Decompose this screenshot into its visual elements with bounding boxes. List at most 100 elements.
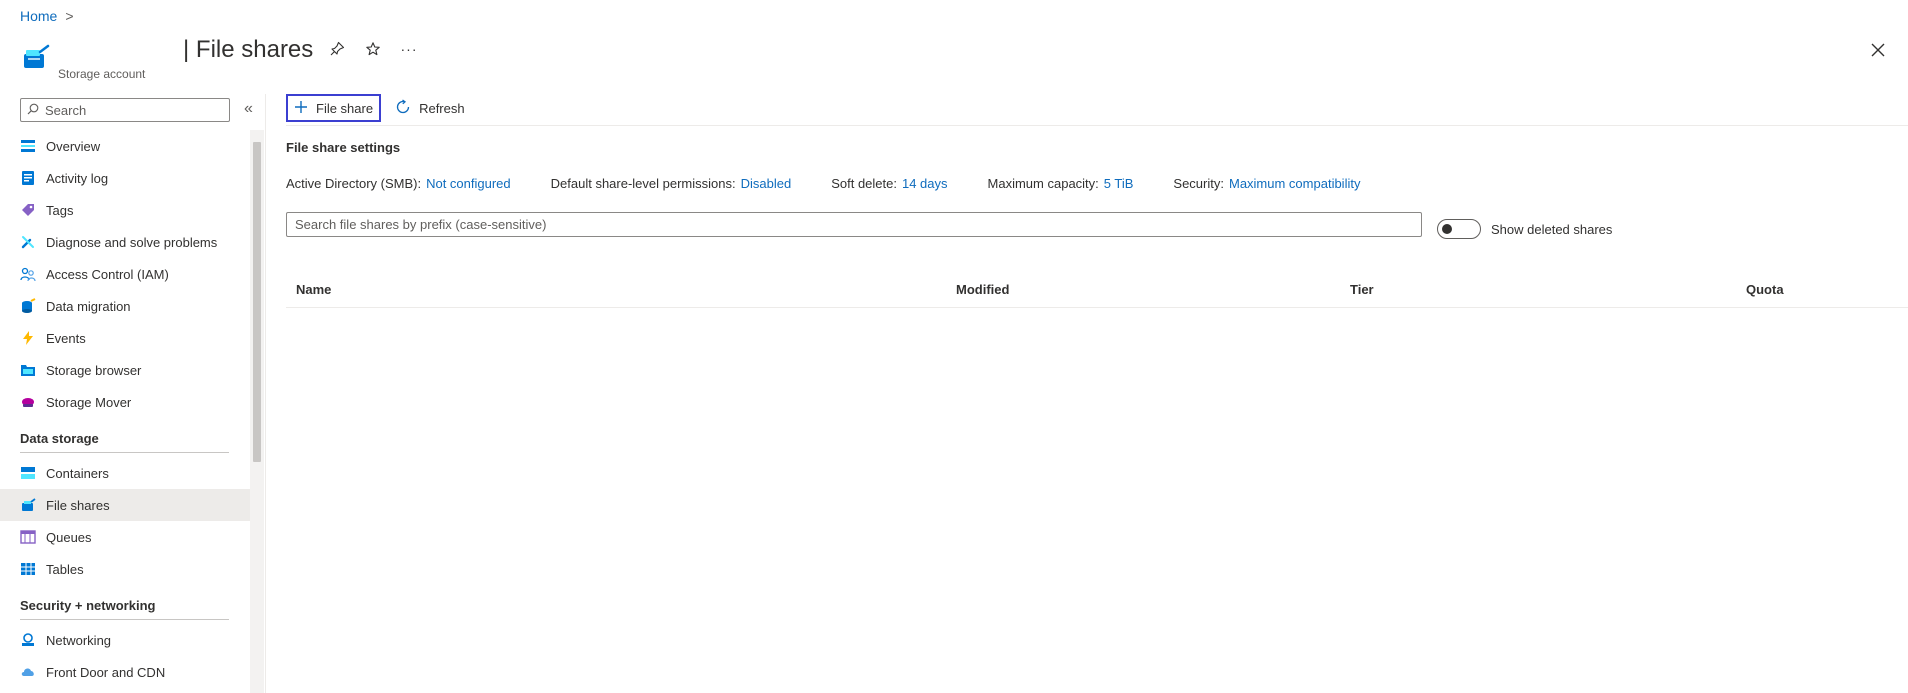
sidebar-item-label: Tables xyxy=(46,561,84,577)
max-capacity-link[interactable]: 5 TiB xyxy=(1104,176,1134,191)
setting-label: Maximum capacity: xyxy=(987,176,1099,191)
column-header-tier[interactable]: Tier xyxy=(1350,282,1374,297)
sidebar-item-label: Events xyxy=(46,330,86,346)
sidebar-item-networking[interactable]: Networking xyxy=(0,624,250,656)
sidebar-item-events[interactable]: Events xyxy=(0,322,250,354)
active-directory-link[interactable]: Not configured xyxy=(426,176,511,191)
sidebar-item-label: File shares xyxy=(46,497,110,513)
setting-label: Active Directory (SMB): xyxy=(286,176,422,191)
people-icon xyxy=(20,266,36,282)
refresh-button[interactable]: Refresh xyxy=(389,94,471,122)
setting-active-directory: Active Directory (SMB): Not configured xyxy=(286,176,511,191)
setting-label: Soft delete: xyxy=(831,176,897,191)
sidebar-nav: Overview Activity log Tags Diagnose and … xyxy=(0,130,250,688)
column-header-name[interactable]: Name xyxy=(296,282,331,297)
search-icon xyxy=(27,103,39,118)
close-icon[interactable] xyxy=(1868,40,1888,60)
sidebar-item-label: Front Door and CDN xyxy=(46,664,166,680)
sidebar-search-input[interactable] xyxy=(45,102,215,118)
cloud-mover-icon xyxy=(20,394,36,410)
sidebar-item-containers[interactable]: Containers xyxy=(0,457,250,489)
page-title: | File shares xyxy=(183,36,314,63)
sidebar-item-storage-browser[interactable]: Storage browser xyxy=(0,354,250,386)
sidebar-item-label: Activity log xyxy=(46,170,109,186)
sidebar-item-label: Data migration xyxy=(46,298,131,314)
breadcrumb-home-link[interactable]: Home xyxy=(20,8,57,24)
sidebar-item-diagnose[interactable]: Diagnose and solve problems xyxy=(0,226,250,258)
refresh-icon xyxy=(395,98,411,118)
section-title-data-storage: Data storage xyxy=(20,431,99,446)
sidebar-item-label: Storage browser xyxy=(46,362,142,378)
sidebar: « Overview Activity log Tags Diagnose an… xyxy=(0,94,265,693)
file-share-settings-title: File share settings xyxy=(286,140,401,155)
sidebar-item-label: Storage Mover xyxy=(46,394,132,410)
sidebar-item-tables[interactable]: Tables xyxy=(0,553,250,585)
setting-security: Security: Maximum compatibility xyxy=(1173,176,1360,191)
tag-icon xyxy=(20,202,36,218)
pin-icon[interactable] xyxy=(328,40,346,58)
section-divider xyxy=(20,619,229,620)
cloud-cdn-icon xyxy=(20,664,36,680)
sidebar-item-label: Containers xyxy=(46,465,109,481)
show-deleted-toggle[interactable]: Show deleted shares xyxy=(1437,219,1612,239)
wrench-icon xyxy=(20,234,36,250)
toolbar-divider xyxy=(286,125,1908,126)
sidebar-item-file-shares[interactable]: File shares xyxy=(0,489,250,521)
file-shares-table-header: Name Modified Tier Quota xyxy=(286,278,1908,308)
refresh-label: Refresh xyxy=(419,100,465,116)
sidebar-item-storage-mover[interactable]: Storage Mover xyxy=(0,386,250,418)
column-header-modified[interactable]: Modified xyxy=(956,282,1009,297)
sidebar-item-tags[interactable]: Tags xyxy=(0,194,250,226)
sidebar-item-activity-log[interactable]: Activity log xyxy=(0,162,250,194)
resource-type-label: Storage account xyxy=(58,67,146,81)
sidebar-item-label: Tags xyxy=(46,202,74,218)
toggle-knob xyxy=(1442,224,1452,234)
column-header-quota[interactable]: Quota xyxy=(1746,282,1784,297)
sidebar-item-label: Diagnose and solve problems xyxy=(46,234,218,250)
collapse-sidebar-icon[interactable]: « xyxy=(244,100,253,118)
setting-label: Security: xyxy=(1173,176,1224,191)
sidebar-item-access-control[interactable]: Access Control (IAM) xyxy=(0,258,250,290)
sidebar-item-overview[interactable]: Overview xyxy=(0,130,250,162)
file-share-icon xyxy=(20,497,36,513)
activity-log-icon xyxy=(20,170,36,186)
add-file-share-label: File share xyxy=(316,100,374,116)
sidebar-search[interactable] xyxy=(20,98,230,122)
breadcrumb: Home > xyxy=(20,8,74,24)
containers-icon xyxy=(20,465,36,481)
setting-label: Default share-level permissions: xyxy=(550,176,736,191)
sidebar-item-label: Overview xyxy=(46,138,101,154)
sidebar-divider xyxy=(265,94,266,693)
sidebar-item-queues[interactable]: Queues xyxy=(0,521,250,553)
section-divider xyxy=(20,452,229,453)
table-icon xyxy=(20,561,36,577)
share-permissions-link[interactable]: Disabled xyxy=(741,176,792,191)
overview-icon xyxy=(20,138,36,154)
command-bar: File share Refresh xyxy=(286,94,471,122)
networking-icon xyxy=(20,632,36,648)
sidebar-item-front-door-cdn[interactable]: Front Door and CDN xyxy=(0,656,250,688)
sidebar-item-label: Networking xyxy=(46,632,112,648)
file-share-resource-icon xyxy=(20,42,52,74)
add-file-share-button[interactable]: File share xyxy=(286,94,382,122)
security-link[interactable]: Maximum compatibility xyxy=(1229,176,1360,191)
chevron-right-icon: > xyxy=(65,8,74,24)
more-options-icon[interactable]: ··· xyxy=(400,40,418,58)
data-migration-icon xyxy=(20,298,36,314)
plus-icon xyxy=(294,100,308,117)
sidebar-item-data-migration[interactable]: Data migration xyxy=(0,290,250,322)
toggle-switch[interactable] xyxy=(1437,219,1481,239)
header-actions: ··· xyxy=(328,40,418,58)
star-icon[interactable] xyxy=(364,40,382,58)
sidebar-scrollbar[interactable] xyxy=(250,130,264,693)
setting-share-permissions: Default share-level permissions: Disable… xyxy=(551,176,792,191)
scrollbar-thumb[interactable] xyxy=(253,142,261,462)
setting-soft-delete: Soft delete: 14 days xyxy=(831,176,947,191)
queue-icon xyxy=(20,529,36,545)
section-title-security-networking: Security + networking xyxy=(20,598,156,613)
sidebar-item-label: Queues xyxy=(46,529,92,545)
soft-delete-link[interactable]: 14 days xyxy=(902,176,948,191)
lightning-icon xyxy=(20,330,36,346)
file-share-search-input[interactable] xyxy=(286,212,1422,237)
setting-max-capacity: Maximum capacity: 5 TiB xyxy=(988,176,1134,191)
